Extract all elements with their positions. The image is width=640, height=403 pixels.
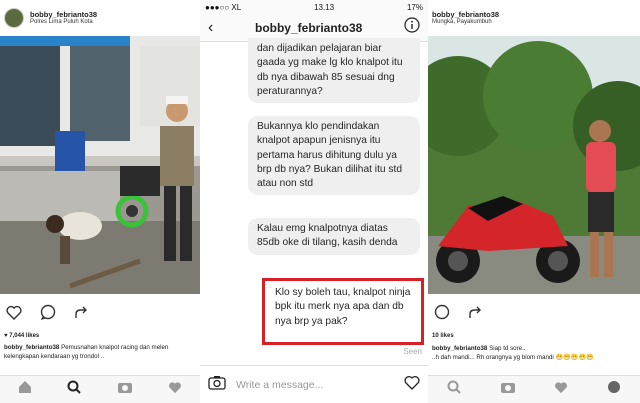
comment-text: ..h dah mandi... Rh orangnya yg blom man… [432, 354, 594, 362]
back-chevron-icon[interactable]: ‹ [208, 19, 213, 37]
post-caption: bobby_febrianto38 Pemusnahan knalpot rac… [0, 342, 200, 372]
comment-icon[interactable] [38, 302, 58, 322]
post-location[interactable]: Mungka, Payakumbuh [432, 19, 499, 25]
message-thread: dan dijadikan pelajaran biar gaada yg ma… [200, 38, 428, 362]
post-caption: bobby_febrianto38 Siap td sore.. ..h dah… [428, 342, 640, 372]
search-icon[interactable] [67, 380, 81, 399]
search-icon[interactable] [447, 380, 461, 399]
heart-icon[interactable] [4, 302, 24, 322]
camera-icon[interactable] [208, 375, 226, 395]
post-photo [0, 36, 200, 294]
post-header: bobby_febrianto38 Mungka, Payakumbuh [428, 0, 640, 36]
message-bubble: Bukannya klo pendindakan knalpot apapun … [248, 116, 420, 196]
avatar[interactable] [4, 8, 24, 28]
heart-icon[interactable] [404, 375, 420, 395]
left-instagram-post: bobby_febrianto38 Polres Lima Puluh Kota [0, 0, 200, 403]
home-icon[interactable] [18, 380, 32, 399]
message-bubble: dan dijadikan pelajaran biar gaada yg ma… [248, 38, 420, 104]
carrier-signal: ●●●○○ XL [205, 2, 242, 12]
likes-count[interactable]: ♥ 7,044 likes [0, 330, 200, 342]
message-composer: Write a message... [200, 365, 428, 403]
message-input[interactable]: Write a message... [236, 379, 404, 391]
info-icon[interactable] [404, 17, 420, 38]
post-location[interactable]: Polres Lima Puluh Kota [30, 19, 97, 25]
police-photo-illustration [0, 36, 200, 294]
heart-icon[interactable] [554, 381, 568, 399]
heart-icon[interactable] [168, 381, 182, 399]
bottom-tab-bar [0, 375, 200, 403]
post-header: bobby_febrianto38 Polres Lima Puluh Kota [0, 0, 200, 36]
status-time: 13.13 [314, 2, 335, 12]
share-icon[interactable] [466, 302, 486, 322]
right-instagram-post: bobby_febrianto38 Mungka, Payakumbuh 10 … [428, 0, 640, 403]
camera-icon[interactable] [500, 380, 516, 399]
likes-count[interactable]: 10 likes [428, 330, 640, 342]
seen-indicator: Seen [403, 347, 422, 356]
post-actions [428, 294, 640, 330]
post-username[interactable]: bobby_febrianto38 [432, 11, 499, 19]
dm-title[interactable]: bobby_febrianto38 [255, 21, 362, 35]
post-photo [428, 36, 640, 294]
sent-message-bubble: Klo sy boleh tau, knalpot ninja bpk itu … [266, 282, 420, 333]
bottom-tab-bar [428, 375, 640, 403]
status-bar: ●●●○○ XL 13.13 17% [200, 0, 428, 14]
camera-icon[interactable] [117, 380, 133, 399]
post-actions [0, 294, 200, 330]
comment-icon[interactable] [432, 302, 452, 322]
message-bubble: Kalau emg knalpotnya diatas 85db oke di … [248, 218, 420, 255]
direct-message-screen: ●●●○○ XL 13.13 17% ‹ bobby_febrianto38 d… [200, 0, 428, 403]
motorbike-photo-illustration [428, 36, 640, 294]
battery-level: 17% [406, 2, 423, 12]
caption-username[interactable]: bobby_febrianto38 [432, 345, 487, 352]
share-icon[interactable] [72, 302, 92, 322]
post-username[interactable]: bobby_febrianto38 [30, 11, 97, 19]
caption-text: Siap td sore.. [489, 345, 526, 352]
profile-avatar-icon[interactable] [607, 380, 621, 399]
caption-username[interactable]: bobby_febrianto38 [4, 344, 59, 351]
